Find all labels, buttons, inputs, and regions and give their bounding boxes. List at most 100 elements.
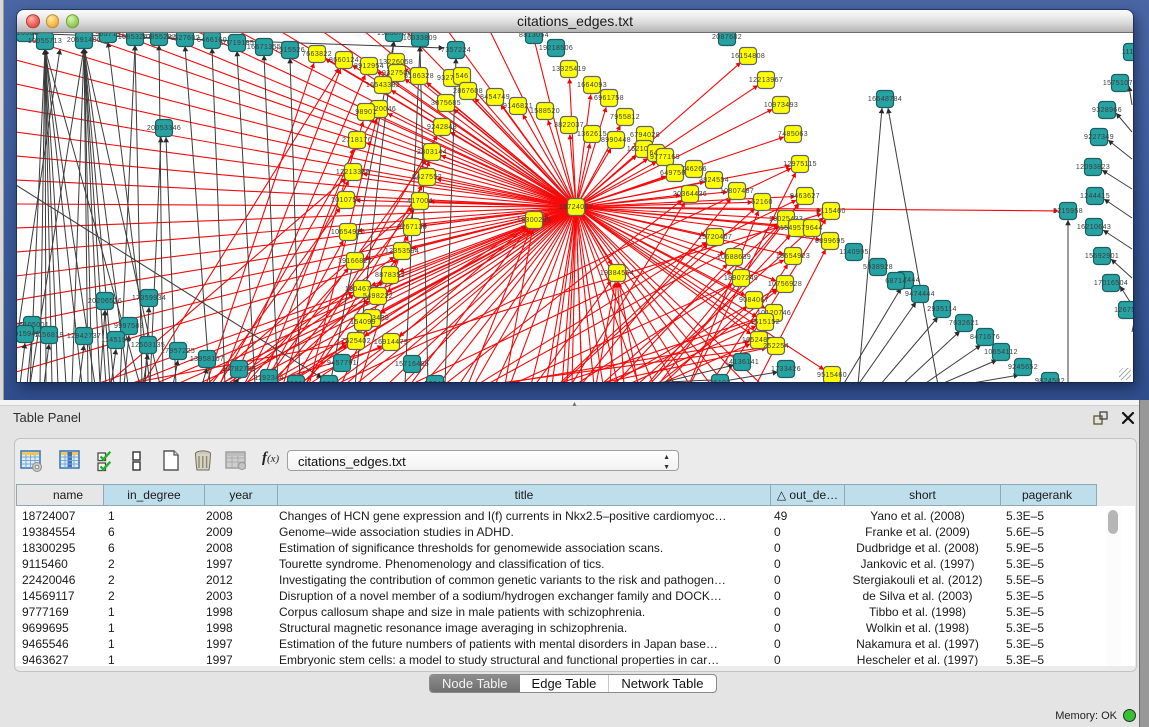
svg-text:16210643: 16210643 (1077, 224, 1111, 231)
svg-text:68714: 68714 (885, 278, 906, 285)
svg-text:20364436: 20364436 (673, 191, 707, 198)
svg-text:12093823: 12093823 (1076, 164, 1110, 171)
svg-text:5938928: 5938928 (863, 264, 893, 271)
svg-text:10973493: 10973493 (764, 102, 798, 109)
svg-text:9997588: 9997588 (114, 323, 144, 330)
svg-text:96193: 96193 (709, 380, 730, 382)
svg-text:19218506: 19218506 (539, 45, 573, 52)
svg-text:12213389: 12213389 (336, 169, 370, 176)
svg-text:2803144: 2803144 (417, 149, 447, 156)
svg-text:2935114: 2935114 (927, 306, 957, 313)
svg-text:1664093: 1664093 (577, 82, 607, 89)
svg-text:7663822: 7663822 (302, 51, 332, 58)
svg-text:9227349: 9227349 (1084, 134, 1114, 141)
svg-text:9242848: 9242848 (427, 124, 457, 131)
svg-text:2087682: 2087682 (712, 34, 742, 41)
svg-text:8454749: 8454749 (480, 94, 510, 101)
svg-text:7625402: 7625402 (341, 338, 371, 345)
svg-text:14136141: 14136141 (725, 359, 759, 366)
svg-text:7357224: 7357224 (441, 47, 471, 54)
svg-text:9115460: 9115460 (816, 208, 846, 215)
svg-text:15692901: 15692901 (1085, 253, 1119, 260)
svg-text:7632621: 7632621 (949, 320, 979, 327)
svg-text:154099: 154099 (350, 319, 376, 326)
svg-text:17016504: 17016504 (1094, 280, 1128, 287)
svg-text:7955812: 7955812 (610, 114, 640, 121)
svg-text:9899695: 9899695 (815, 238, 845, 245)
svg-text:13958107: 13958107 (190, 356, 224, 363)
svg-text:1140995: 1140995 (839, 249, 869, 256)
svg-text:3875685: 3875685 (431, 100, 461, 107)
svg-text:6794028: 6794028 (630, 132, 660, 139)
svg-text:417004: 417004 (407, 198, 433, 205)
svg-text:16648784: 16648784 (868, 96, 902, 103)
svg-text:62160: 62160 (751, 199, 772, 206)
svg-text:2718176: 2718176 (342, 137, 372, 144)
svg-text:16782759: 16782759 (222, 366, 256, 373)
svg-text:9463627: 9463627 (790, 193, 820, 200)
svg-text:98901: 98901 (355, 109, 376, 116)
svg-text:10807487: 10807487 (720, 188, 754, 195)
svg-text:9474444: 9474444 (905, 291, 935, 298)
svg-text:1733426: 1733426 (771, 366, 801, 373)
svg-text:9146821: 9146821 (503, 103, 533, 110)
svg-text:6961758: 6961758 (594, 95, 624, 102)
svg-text:9245652: 9245652 (1008, 364, 1038, 371)
svg-text:12353594: 12353594 (385, 248, 419, 255)
svg-text:1244415: 1244415 (1080, 193, 1110, 200)
svg-text:12942737: 12942737 (67, 333, 101, 340)
svg-text:9084067: 9084067 (739, 297, 769, 304)
svg-text:8990448: 8990448 (601, 137, 631, 144)
svg-text:12213967: 12213967 (749, 77, 783, 84)
svg-text:19384554: 19384554 (600, 270, 634, 277)
svg-text:18724007: 18724007 (559, 204, 593, 211)
svg-text:9515460: 9515460 (817, 372, 847, 379)
svg-text:18907249: 18907249 (724, 275, 758, 282)
svg-text:16154808: 16154808 (731, 53, 765, 60)
svg-text:80964: 80964 (318, 381, 339, 382)
svg-text:8186328: 8186328 (404, 73, 434, 80)
svg-text:5498222: 5498222 (363, 293, 393, 300)
svg-text:79644: 79644 (801, 225, 822, 232)
svg-text:12975115: 12975115 (783, 161, 817, 168)
svg-text:8878352: 8878352 (375, 272, 405, 279)
svg-text:1156819: 1156819 (34, 332, 64, 339)
svg-text:9824502: 9824502 (1035, 378, 1065, 382)
svg-text:19166827: 19166827 (338, 258, 372, 265)
svg-text:20053346: 20053346 (147, 125, 181, 132)
svg-text:8427552: 8427552 (412, 174, 442, 181)
svg-text:8813054: 8813054 (519, 32, 549, 39)
svg-text:16033809: 16033809 (403, 35, 437, 42)
svg-text:11174: 11174 (1122, 49, 1133, 56)
svg-text:1010755: 1010755 (331, 197, 361, 204)
svg-text:2867608: 2867608 (453, 88, 483, 95)
svg-text:19055713: 19055713 (28, 38, 62, 45)
svg-text:10756928: 10756928 (768, 281, 802, 288)
svg-text:15720407: 15720407 (698, 234, 732, 241)
svg-text:72611: 72611 (286, 381, 307, 382)
svg-text:52342: 52342 (424, 381, 445, 382)
svg-text:17359934: 17359934 (132, 295, 166, 302)
svg-text:1588520: 1588520 (530, 108, 560, 115)
svg-text:252254: 252254 (763, 343, 789, 350)
svg-text:7485063: 7485063 (778, 131, 808, 138)
svg-text:15716485: 15716485 (395, 361, 429, 368)
svg-text:746266: 746266 (681, 166, 707, 173)
svg-text:7515526: 7515526 (275, 47, 305, 54)
svg-text:1615152: 1615152 (750, 319, 780, 326)
svg-text:3824554: 3824554 (699, 177, 729, 184)
svg-text:546: 546 (456, 73, 469, 80)
svg-text:10654112: 10654112 (984, 349, 1018, 356)
svg-text:8471676: 8471676 (970, 334, 1000, 341)
svg-text:9328966: 9328966 (1092, 107, 1122, 114)
svg-text:8267130: 8267130 (397, 224, 427, 231)
svg-text:13325419: 13325419 (552, 66, 586, 73)
svg-text:1527602: 1527602 (170, 35, 200, 42)
svg-text:17957225: 17957225 (161, 348, 195, 355)
svg-text:10654925: 10654925 (331, 229, 365, 236)
svg-text:126753: 126753 (1114, 307, 1133, 314)
svg-text:3822037: 3822037 (554, 122, 584, 129)
svg-text:20691406: 20691406 (67, 37, 101, 44)
svg-text:9457791: 9457791 (327, 360, 357, 367)
svg-text:16543382: 16543382 (366, 82, 400, 89)
